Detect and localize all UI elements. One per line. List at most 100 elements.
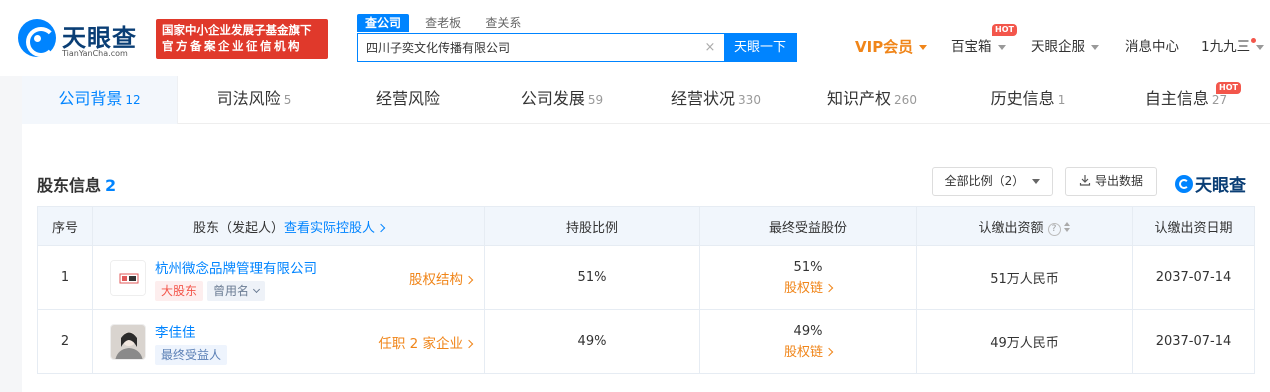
table-row: 1 杭州微念品牌管理有限公司 大股东 曾用名 股权结构 51% 51% 股权链 … (37, 245, 1255, 310)
subscribed-date: 2037-07-14 (1132, 309, 1255, 374)
shareholder-table: 序号 股东（发起人）查看实际控股人 持股比例 最终受益股份 认缴出资额? 认缴出… (37, 206, 1255, 374)
major-shareholder-tag: 大股东 (155, 281, 204, 301)
table-header-row: 序号 股东（发起人）查看实际控股人 持股比例 最终受益股份 认缴出资额? 认缴出… (37, 206, 1255, 246)
sort-icon[interactable] (1063, 221, 1071, 232)
chevron-down-icon (1032, 179, 1041, 184)
tab-judicial-risk[interactable]: 司法风险 5 (178, 76, 330, 124)
table-row: 2 李佳佳 最终受益人 任职 2 家企业 49% 49% 股权链 49万人民币 … (37, 309, 1255, 374)
holder-cell: 杭州微念品牌管理有限公司 大股东 曾用名 股权结构 (92, 245, 485, 310)
shareholder-count: 2 (105, 176, 117, 195)
tianyancha-logo[interactable]: 天眼查 TianYanCha.com (18, 16, 150, 62)
tab-label: 公司发展 (520, 89, 585, 108)
export-data-button[interactable]: 导出数据 (1065, 167, 1157, 196)
chevron-right-icon (824, 283, 834, 292)
brand-text: 天眼查 (1195, 176, 1246, 196)
tab-count: 5 (283, 93, 292, 107)
logo-eye-icon (18, 19, 56, 57)
enterprise-service-menu[interactable]: 天眼企服 (1031, 36, 1099, 58)
vip-member-menu[interactable]: VIP会员 (855, 36, 928, 58)
download-icon (1079, 175, 1091, 186)
chevron-down-icon (252, 285, 261, 294)
logo-text: 天眼查 (62, 24, 137, 52)
shareholder-title: 股东信息 (37, 176, 102, 195)
subscribed-date: 2037-07-14 (1132, 245, 1255, 310)
chevron-down-icon (997, 44, 1006, 50)
ultimate-beneficiary-tag: 最终受益人 (155, 345, 228, 365)
section-title: 股东信息 2 (37, 172, 116, 196)
final-share-value: 51% (793, 259, 823, 275)
tab-self-info[interactable]: 自主信息 27 (1106, 76, 1266, 124)
tab-label: 公司背景 (58, 89, 123, 108)
holder-header-label: 股东（发起人） (192, 220, 284, 236)
tab-label: 经营风险 (375, 89, 440, 108)
toolbox-menu[interactable]: 百宝箱 (951, 36, 1006, 58)
search-button[interactable]: 天眼一下 (724, 34, 796, 61)
section-tabs: 公司背景 12 司法风险 5 经营风险 公司发展 59 经营状况 330 知识产权 260… (22, 76, 1270, 124)
search-tab-company[interactable]: 查公司 (357, 14, 410, 32)
certification-banner: 国家中小企业发展子基金旗下 官方备案企业征信机构 (156, 19, 328, 59)
company-logo[interactable] (110, 260, 146, 296)
company-logo-image (111, 261, 145, 295)
top-header: 天眼查 TianYanCha.com 国家中小企业发展子基金旗下 官方备案企业征… (0, 0, 1270, 76)
clear-icon[interactable]: × (702, 40, 718, 56)
tab-intellectual-property[interactable]: 知识产权 260 (794, 76, 950, 124)
holder-name-link[interactable]: 杭州微念品牌管理有限公司 (155, 257, 317, 277)
ratio-filter-select[interactable]: 全部比例（2） (932, 167, 1053, 196)
equity-chain-label: 股权链 (783, 280, 823, 296)
search-tab-relation[interactable]: 查关系 (477, 14, 529, 32)
search-tab-boss[interactable]: 查老板 (417, 14, 469, 32)
chevron-down-icon (919, 45, 928, 50)
former-name-tag[interactable]: 曾用名 (207, 281, 266, 301)
help-icon[interactable]: ? (1047, 222, 1061, 236)
banner-line-2: 官方备案企业征信机构 (162, 39, 302, 53)
message-center-link[interactable]: 消息中心 (1125, 36, 1179, 58)
holder-name-link[interactable]: 李佳佳 (155, 321, 196, 341)
tab-label: 历史信息 (990, 89, 1055, 108)
col-header-holder: 股东（发起人）查看实际控股人 (92, 206, 485, 246)
tab-history-info[interactable]: 历史信息 1 (950, 76, 1106, 124)
tab-operation-risk[interactable]: 经营风险 (330, 76, 486, 124)
person-avatar[interactable] (110, 324, 146, 360)
search-input[interactable] (358, 34, 702, 61)
tab-label: 司法风险 (216, 89, 281, 108)
view-actual-controller-link[interactable]: 查看实际控股人 (284, 221, 386, 236)
positions-label: 任职 2 家企业 (378, 336, 463, 352)
logo-subtext: TianYanCha.com (62, 49, 128, 58)
vip-label: VIP会员 (855, 38, 914, 56)
tab-company-development[interactable]: 公司发展 59 (486, 76, 638, 124)
chevron-right-icon (376, 223, 386, 232)
tab-count: 330 (738, 93, 761, 107)
banner-line-1: 国家中小企业发展子基金旗下 (162, 23, 312, 37)
tab-label: 经营状况 (671, 89, 736, 108)
hot-badge: HOT (1216, 82, 1241, 94)
subscribed-capital: 49万人民币 (916, 309, 1133, 374)
equity-structure-link[interactable]: 股权结构 (409, 268, 474, 288)
col-header-ratio: 持股比例 (484, 206, 700, 246)
positions-link[interactable]: 任职 2 家企业 (378, 332, 474, 352)
enterprise-label: 天眼企服 (1031, 39, 1085, 55)
tab-operation-status[interactable]: 经营状况 330 (638, 76, 794, 124)
col-header-final-share: 最终受益股份 (699, 206, 917, 246)
col-header-index: 序号 (37, 206, 93, 246)
subscribed-capital: 51万人民币 (916, 245, 1133, 310)
search-box: × 天眼一下 (357, 33, 797, 62)
holding-ratio: 49% (484, 309, 700, 374)
final-share-value: 49% (793, 323, 823, 339)
col-header-date: 认缴出资日期 (1132, 206, 1255, 246)
equity-chain-label: 股权链 (783, 344, 823, 360)
tab-label: 自主信息 (1144, 89, 1209, 108)
holder-tags: 最终受益人 (155, 345, 231, 365)
ratio-filter-label: 全部比例（2） (944, 174, 1025, 188)
chevron-down-icon (1256, 44, 1265, 50)
tab-count: 27 (1211, 93, 1228, 107)
username-label: 1九九三 (1201, 39, 1251, 55)
holder-cell: 李佳佳 最终受益人 任职 2 家企业 (92, 309, 485, 374)
tab-company-background[interactable]: 公司背景 12 (22, 76, 177, 124)
equity-chain-link[interactable]: 股权链 (700, 342, 916, 363)
equity-chain-link[interactable]: 股权链 (700, 278, 916, 299)
tianyancha-watermark: 天眼查 (1175, 171, 1246, 196)
col-header-capital: 认缴出资额? (916, 206, 1133, 246)
final-share-cell: 51% 股权链 (699, 245, 917, 310)
chevron-down-icon (1091, 44, 1099, 50)
toolbox-label: 百宝箱 (951, 39, 992, 55)
